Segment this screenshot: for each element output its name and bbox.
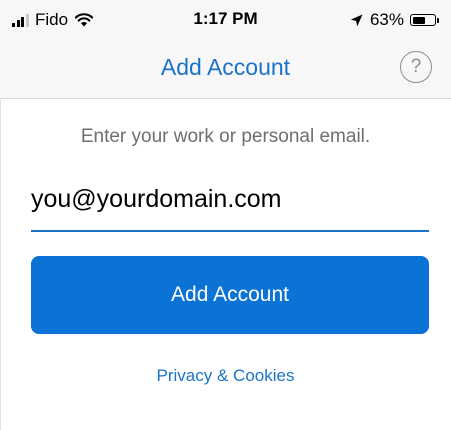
privacy-cookies-link[interactable]: Privacy & Cookies bbox=[0, 366, 451, 386]
battery-icon bbox=[410, 14, 436, 26]
help-button[interactable]: ? bbox=[400, 51, 432, 83]
add-account-button[interactable]: Add Account bbox=[31, 256, 429, 334]
question-circle-icon: ? bbox=[410, 56, 422, 77]
navigation-bar: Add Account ? bbox=[0, 40, 451, 99]
page-title: Add Account bbox=[160, 54, 291, 80]
status-right: 63% bbox=[350, 10, 439, 30]
email-input[interactable] bbox=[31, 176, 429, 232]
battery-percent: 63% bbox=[369, 10, 404, 29]
battery-fill bbox=[412, 16, 426, 24]
battery-cap bbox=[437, 17, 439, 23]
email-prompt: Enter your work or personal email. bbox=[80, 126, 371, 147]
add-account-screen: Fido 1:17 PM 63% Add Account ? Enter you… bbox=[0, 0, 451, 430]
status-bar: Fido 1:17 PM 63% bbox=[0, 0, 451, 40]
location-arrow-icon bbox=[350, 14, 363, 26]
